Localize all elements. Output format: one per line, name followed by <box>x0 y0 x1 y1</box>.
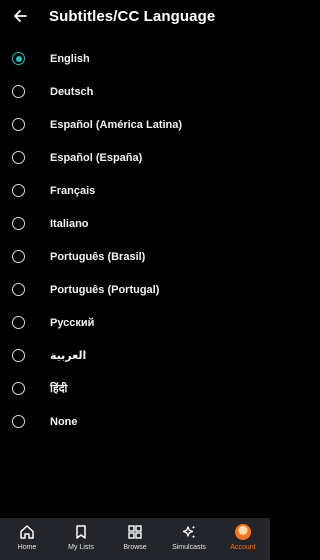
tab-label: Simulcasts <box>172 544 206 551</box>
option-hindi[interactable]: हिंदी <box>0 372 270 405</box>
option-label: Español (España) <box>50 151 143 164</box>
home-icon <box>20 525 34 539</box>
tab-simulcasts[interactable]: Simulcasts <box>162 518 216 560</box>
sparkle-icon <box>182 525 196 539</box>
radio-button-selected[interactable] <box>12 52 25 65</box>
radio-button[interactable] <box>12 382 25 395</box>
option-label: हिंदी <box>50 383 68 395</box>
radio-button[interactable] <box>12 316 25 329</box>
option-italiano[interactable]: Italiano <box>0 207 270 240</box>
tab-home[interactable]: Home <box>0 518 54 560</box>
radio-button[interactable] <box>12 217 25 230</box>
option-label: None <box>50 415 78 428</box>
option-label: Português (Brasil) <box>50 250 146 263</box>
option-label: العربية <box>50 350 87 362</box>
option-label: Español (América Latina) <box>50 118 183 131</box>
option-label: English <box>50 52 90 65</box>
radio-button[interactable] <box>12 250 25 263</box>
option-espanol-latam[interactable]: Español (América Latina) <box>0 108 270 141</box>
option-portugues-brasil[interactable]: Português (Brasil) <box>0 240 270 273</box>
avatar-icon <box>235 524 251 540</box>
option-label: Français <box>50 184 96 197</box>
option-english[interactable]: English <box>0 42 270 75</box>
bottom-tab-bar: Home My Lists Browse Simulcasts Account <box>0 518 270 560</box>
option-arabic[interactable]: العربية <box>0 339 270 372</box>
option-label: Português (Portugal) <box>50 283 160 296</box>
option-deutsch[interactable]: Deutsch <box>0 75 270 108</box>
bookmark-icon <box>76 525 86 539</box>
option-label: Русский <box>50 316 95 329</box>
arrow-left-icon <box>14 10 27 22</box>
radio-button[interactable] <box>12 415 25 428</box>
radio-button[interactable] <box>12 151 25 164</box>
option-none[interactable]: None <box>0 405 270 438</box>
option-portugues-portugal[interactable]: Português (Portugal) <box>0 273 270 306</box>
radio-button[interactable] <box>12 85 25 98</box>
option-label: Deutsch <box>50 85 94 98</box>
radio-button[interactable] <box>12 184 25 197</box>
language-options-list: English Deutsch Español (América Latina)… <box>0 42 270 438</box>
tab-label: Home <box>17 544 37 551</box>
tab-label: Account <box>230 544 256 551</box>
tab-label: My Lists <box>68 544 94 551</box>
radio-button[interactable] <box>12 283 25 296</box>
page-title: Subtitles/CC Language <box>49 7 216 25</box>
option-francais[interactable]: Français <box>0 174 270 207</box>
tab-label: Browse <box>123 544 147 551</box>
tab-account[interactable]: Account <box>216 518 270 560</box>
radio-button[interactable] <box>12 349 25 362</box>
header: Subtitles/CC Language <box>0 0 270 32</box>
option-label: Italiano <box>50 217 89 230</box>
grid-icon <box>128 525 142 539</box>
back-button[interactable] <box>10 6 30 26</box>
radio-dot <box>15 55 22 62</box>
tab-browse[interactable]: Browse <box>108 518 162 560</box>
radio-button[interactable] <box>12 118 25 131</box>
option-russian[interactable]: Русский <box>0 306 270 339</box>
option-espanol-espana[interactable]: Español (España) <box>0 141 270 174</box>
tab-my-lists[interactable]: My Lists <box>54 518 108 560</box>
